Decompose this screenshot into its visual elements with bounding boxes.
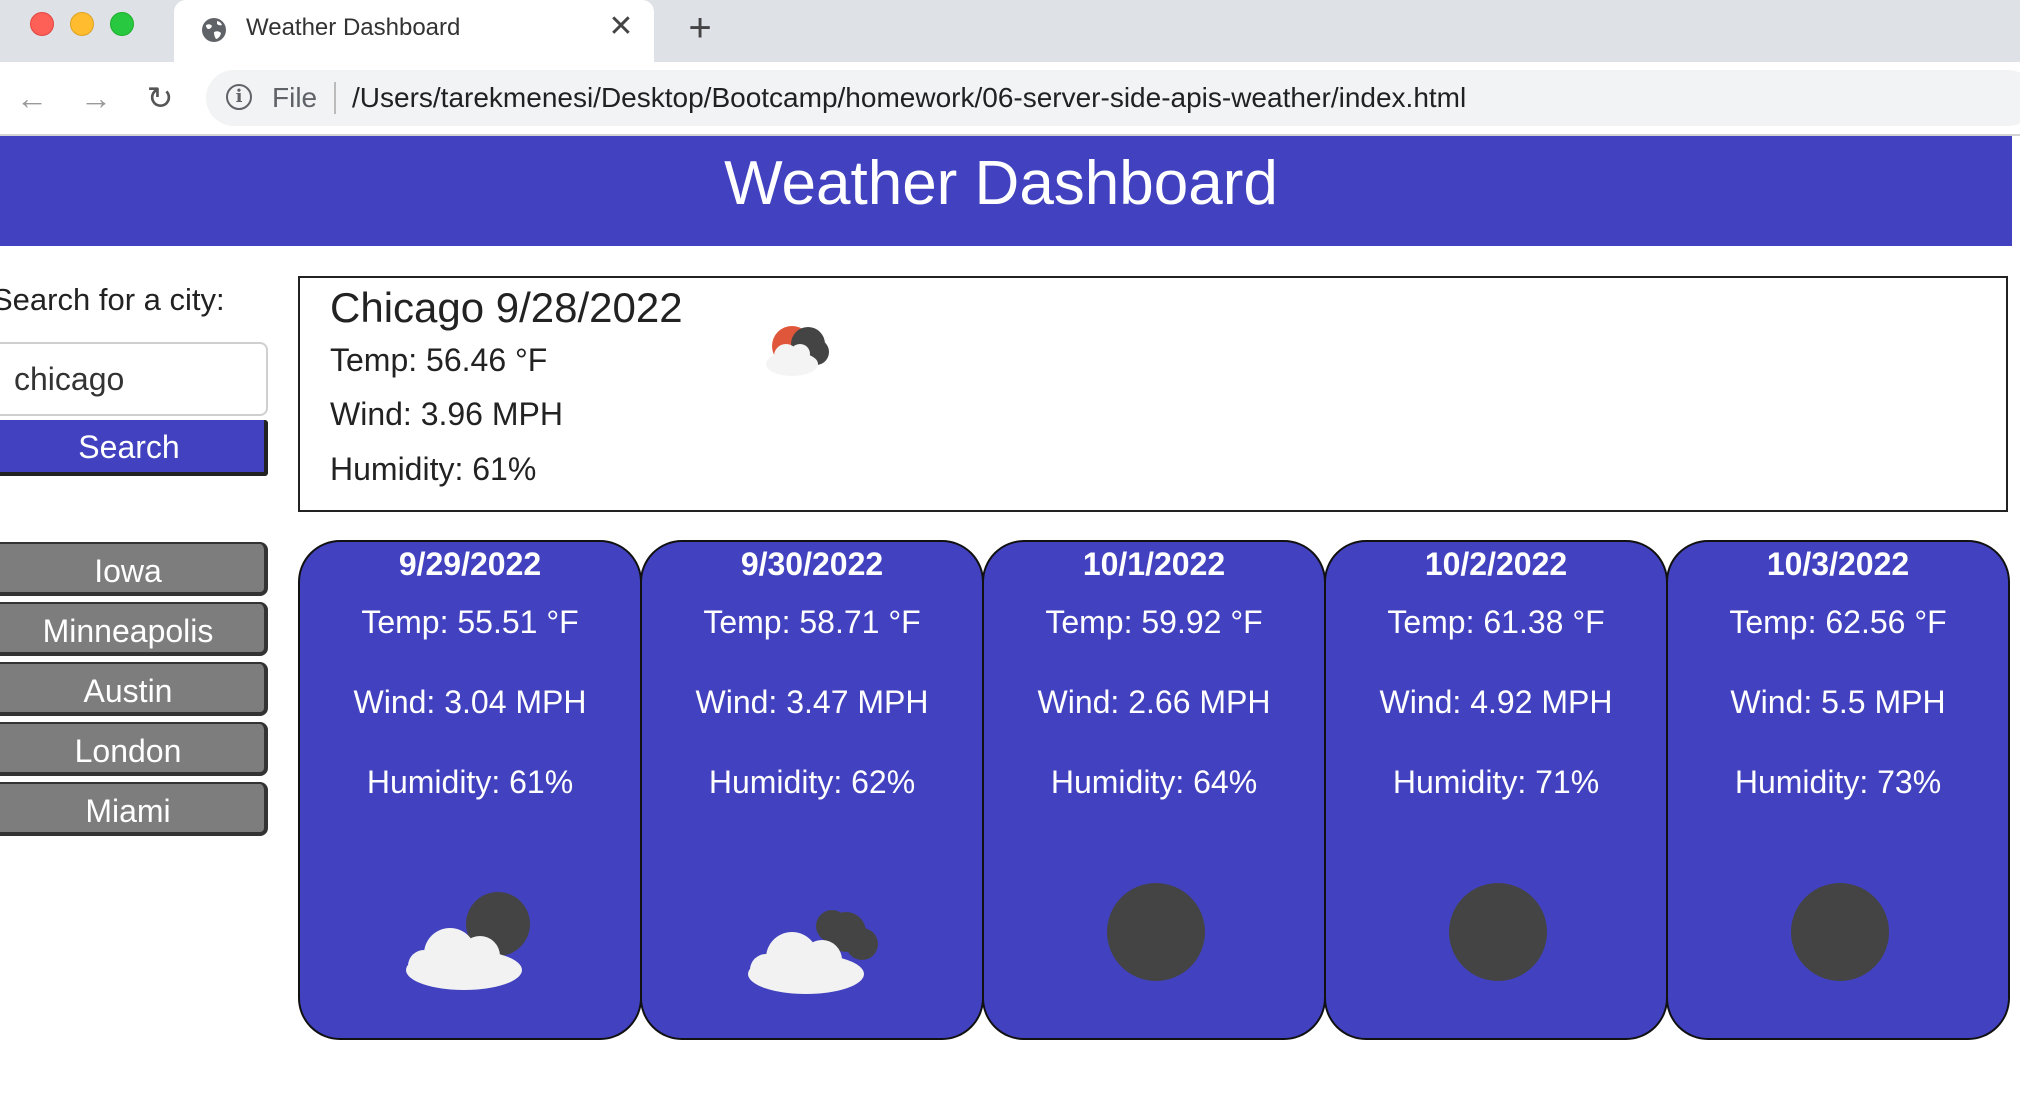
current-city-date: Chicago 9/28/2022	[330, 284, 683, 331]
forecast-humidity: Humidity: 64%	[1050, 764, 1258, 800]
forecast-date: 10/3/2022	[1766, 546, 1910, 582]
current-temp: Temp: 56.46 °F	[330, 342, 548, 378]
forecast-wind: Wind: 4.92 MPH	[1379, 684, 1613, 720]
forecast-wind: Wind: 3.04 MPH	[353, 684, 587, 720]
history-button-austin[interactable]: Austin	[0, 662, 268, 716]
forecast-wind: Wind: 3.47 MPH	[695, 684, 929, 720]
page-content: Weather Dashboard Search for a city: Sea…	[0, 136, 2020, 1110]
forward-arrow-icon[interactable]: →	[76, 78, 116, 118]
back-arrow-icon[interactable]: ←	[12, 78, 52, 118]
forecast-date: 10/1/2022	[1082, 546, 1226, 582]
new-tab-button[interactable]: +	[680, 8, 720, 48]
forecast-card: 10/2/2022 Temp: 61.38 °F Wind: 4.92 MPH …	[1324, 540, 1668, 1040]
forecast-humidity: Humidity: 71%	[1392, 764, 1600, 800]
partly-cloudy-night-icon	[750, 302, 850, 402]
browser-toolbar: ← → ↻ i File /Users/tarekmenesi/Desktop/…	[0, 62, 2020, 136]
url-text[interactable]: /Users/tarekmenesi/Desktop/Bootcamp/home…	[352, 82, 1466, 114]
browser-tab-bar: Weather Dashboard ✕ +	[0, 0, 2020, 62]
tab-close-icon[interactable]: ✕	[604, 10, 638, 44]
info-icon[interactable]: i	[226, 84, 252, 110]
clear-night-icon	[1418, 882, 1578, 1002]
globe-icon	[200, 16, 228, 44]
search-label: Search for a city:	[0, 282, 225, 317]
forecast-temp: Temp: 55.51 °F	[361, 604, 579, 640]
clear-night-icon	[1076, 882, 1236, 1002]
forecast-wind: Wind: 5.5 MPH	[1730, 684, 1946, 720]
forecast-date: 10/2/2022	[1424, 546, 1568, 582]
window-minimize-button[interactable]	[70, 12, 94, 36]
clear-night-icon	[1760, 882, 1920, 1002]
history-button-miami[interactable]: Miami	[0, 782, 268, 836]
window-zoom-button[interactable]	[110, 12, 134, 36]
forecast-temp: Temp: 61.38 °F	[1387, 604, 1605, 640]
city-search-input[interactable]	[0, 342, 268, 416]
forecast-humidity: Humidity: 62%	[708, 764, 916, 800]
forecast-date: 9/29/2022	[398, 546, 542, 582]
file-scheme-label: File	[272, 82, 318, 113]
forecast-row: 9/29/2022 Temp: 55.51 °F Wind: 3.04 MPH …	[298, 540, 2010, 1042]
forecast-date: 9/30/2022	[740, 546, 884, 582]
history-button-london[interactable]: London	[0, 722, 268, 776]
history-button-minneapolis[interactable]: Minneapolis	[0, 602, 268, 656]
partly-cloudy-night-icon	[392, 882, 552, 1002]
address-bar[interactable]: i File /Users/tarekmenesi/Desktop/Bootca…	[206, 70, 2020, 126]
page-title: Weather Dashboard	[724, 149, 1278, 218]
forecast-wind: Wind: 2.66 MPH	[1037, 684, 1271, 720]
current-wind: Wind: 3.96 MPH	[330, 396, 563, 432]
search-history-list: Iowa Minneapolis Austin London Miami	[0, 542, 268, 842]
reload-icon[interactable]: ↻	[140, 78, 180, 118]
current-weather-panel: Chicago 9/28/2022 Temp: 56.46 °F Wind: 3…	[298, 276, 2008, 512]
forecast-humidity: Humidity: 61%	[366, 764, 574, 800]
forecast-card: 10/1/2022 Temp: 59.92 °F Wind: 2.66 MPH …	[982, 540, 1326, 1040]
current-humidity: Humidity: 61%	[330, 451, 537, 487]
window-close-button[interactable]	[30, 12, 54, 36]
forecast-temp: Temp: 58.71 °F	[703, 604, 921, 640]
page-header: Weather Dashboard	[0, 136, 2012, 246]
forecast-temp: Temp: 62.56 °F	[1729, 604, 1947, 640]
tab-title: Weather Dashboard	[246, 14, 461, 41]
forecast-temp: Temp: 59.92 °F	[1045, 604, 1263, 640]
forecast-humidity: Humidity: 73%	[1734, 764, 1942, 800]
forecast-card: 10/3/2022 Temp: 62.56 °F Wind: 5.5 MPH H…	[1666, 540, 2010, 1040]
forecast-card: 9/29/2022 Temp: 55.51 °F Wind: 3.04 MPH …	[298, 540, 642, 1040]
browser-tab[interactable]: Weather Dashboard ✕	[174, 0, 654, 62]
search-button[interactable]: Search	[0, 420, 268, 476]
broken-clouds-night-icon	[734, 882, 894, 1002]
forecast-card: 9/30/2022 Temp: 58.71 °F Wind: 3.47 MPH …	[640, 540, 984, 1040]
address-separator	[334, 82, 336, 114]
history-button-iowa[interactable]: Iowa	[0, 542, 268, 596]
